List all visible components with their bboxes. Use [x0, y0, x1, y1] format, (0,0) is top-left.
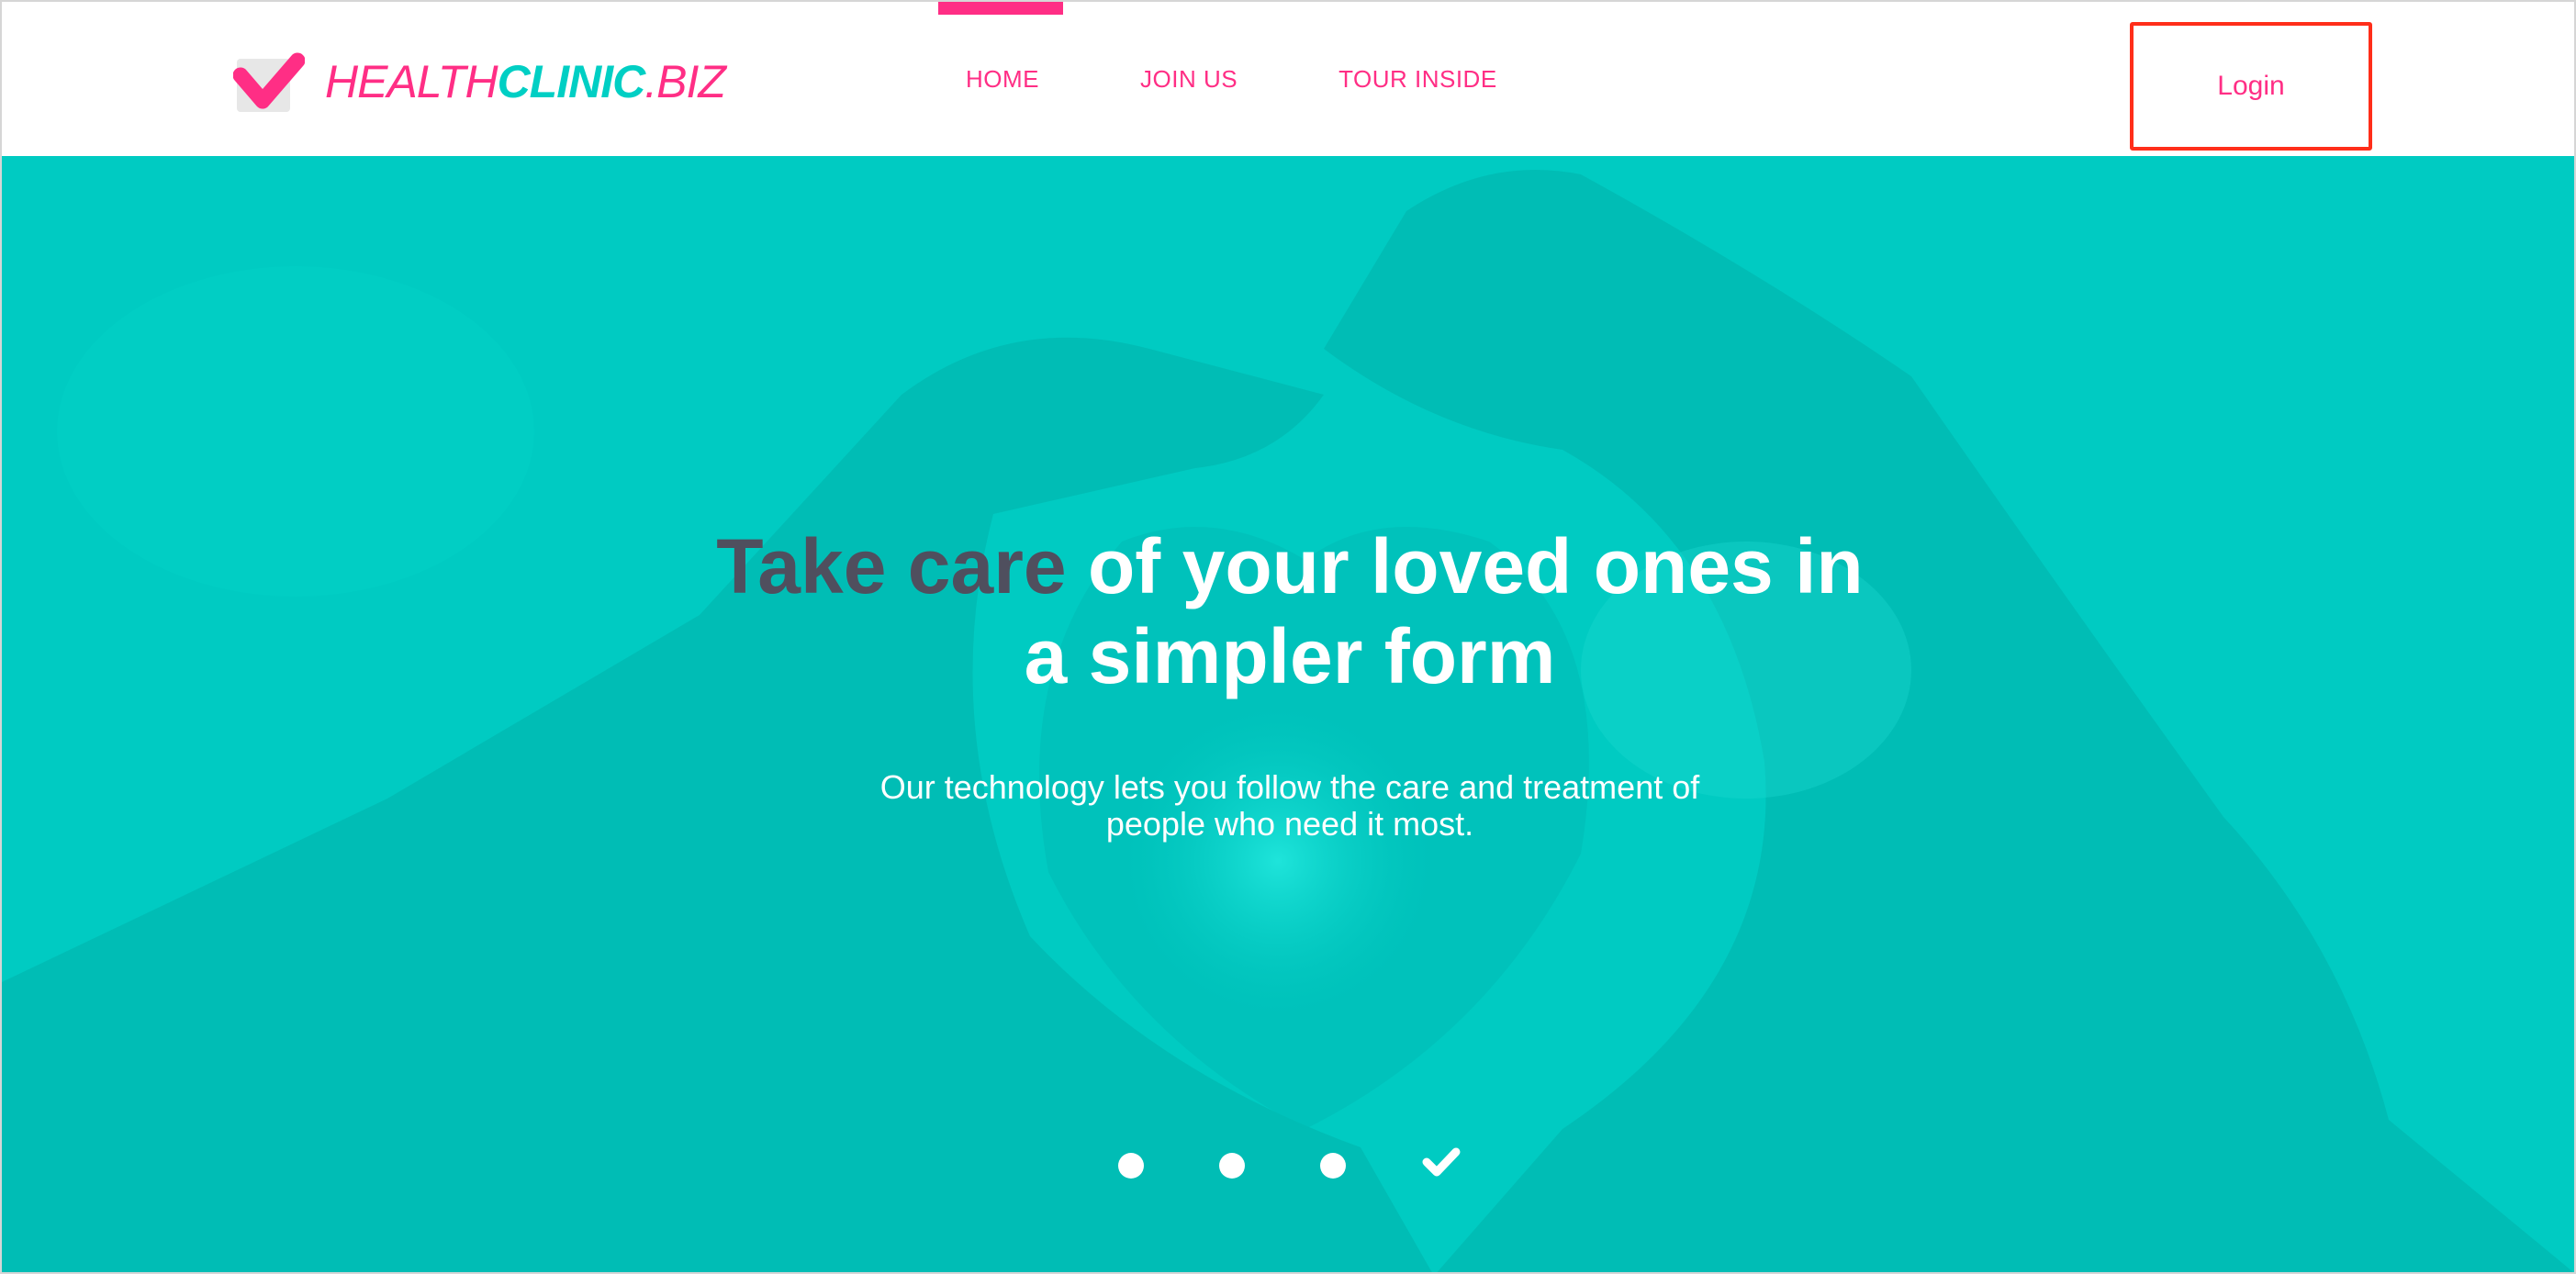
headline-line1-rest: of your loved ones in — [1066, 523, 1864, 609]
login-button[interactable]: Login — [2130, 22, 2372, 151]
nav-home[interactable]: HOME — [938, 2, 1063, 156]
hero-section: Take care of your loved ones in a simple… — [2, 156, 2574, 1272]
hero-headline: Take care of your loved ones in a simple… — [2, 521, 2574, 701]
headline-accent: Take care — [716, 523, 1067, 609]
main-nav: HOME JOIN US TOUR INSIDE — [938, 2, 1598, 156]
carousel-dot-1[interactable] — [1118, 1153, 1144, 1179]
logo-text: HEALTHCLINIC.BIZ — [325, 56, 726, 107]
site-logo[interactable]: HEALTHCLINIC.BIZ — [233, 51, 726, 112]
hero-subtext: Our technology lets you follow the care … — [2, 768, 2574, 843]
heart-check-icon — [233, 51, 305, 112]
nav-join-us[interactable]: JOIN US — [1140, 2, 1238, 156]
subtext-line1: Our technology lets you follow the care … — [879, 768, 1700, 806]
subtext-line2: people who need it most. — [1105, 805, 1474, 843]
carousel-indicators — [2, 1147, 2574, 1182]
browser-viewport: HEALTHCLINIC.BIZ HOME JOIN US TOUR INSID… — [0, 0, 2576, 1274]
checkmark-icon[interactable] — [1421, 1145, 1462, 1179]
hands-heart-background-image — [2, 170, 2574, 1272]
site-header: HEALTHCLINIC.BIZ HOME JOIN US TOUR INSID… — [2, 2, 2574, 156]
carousel-dot-3[interactable] — [1320, 1153, 1346, 1179]
carousel-dot-2[interactable] — [1219, 1153, 1245, 1179]
nav-tour-inside[interactable]: TOUR INSIDE — [1338, 2, 1497, 156]
headline-line2: a simpler form — [1024, 613, 1556, 699]
